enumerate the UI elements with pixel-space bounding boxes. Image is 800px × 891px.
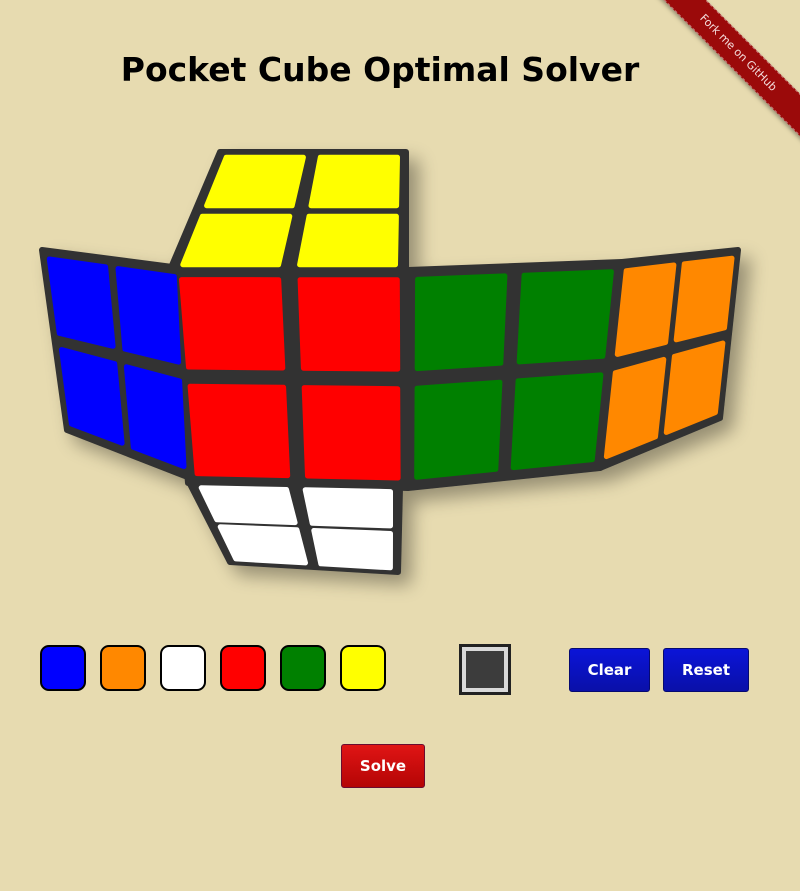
front-sticker-4[interactable] — [301, 385, 401, 481]
down-sticker-4[interactable] — [311, 528, 393, 571]
back-sticker-1[interactable] — [614, 262, 677, 357]
selected-color-indicator[interactable] — [459, 644, 511, 695]
solve-button[interactable]: Solve — [341, 744, 425, 788]
palette-green-swatch[interactable] — [280, 645, 326, 691]
back-sticker-2[interactable] — [673, 255, 735, 343]
palette-white-swatch[interactable] — [160, 645, 206, 691]
clear-button[interactable]: Clear — [569, 648, 650, 692]
up-sticker-4[interactable] — [297, 213, 399, 268]
left-sticker-2[interactable] — [115, 266, 182, 365]
palette-red-swatch[interactable] — [220, 645, 266, 691]
right-sticker-1[interactable] — [414, 273, 508, 372]
reset-button[interactable]: Reset — [663, 648, 749, 692]
down-sticker-3[interactable] — [217, 524, 308, 566]
selected-color-fill — [466, 651, 504, 688]
down-sticker-2[interactable] — [302, 487, 393, 529]
up-sticker-1[interactable] — [204, 154, 306, 209]
up-sticker-2[interactable] — [308, 154, 400, 209]
front-sticker-1[interactable] — [179, 277, 286, 371]
right-sticker-4[interactable] — [510, 372, 604, 471]
up-sticker-3[interactable] — [180, 213, 293, 268]
palette-yellow-swatch[interactable] — [340, 645, 386, 691]
front-sticker-2[interactable] — [297, 277, 401, 372]
right-sticker-2[interactable] — [516, 269, 614, 365]
down-sticker-1[interactable] — [198, 485, 298, 526]
palette-blue-swatch[interactable] — [40, 645, 86, 691]
right-sticker-3[interactable] — [414, 379, 503, 480]
front-sticker-3[interactable] — [187, 383, 291, 479]
palette-orange-swatch[interactable] — [100, 645, 146, 691]
left-sticker-1[interactable] — [46, 256, 116, 349]
